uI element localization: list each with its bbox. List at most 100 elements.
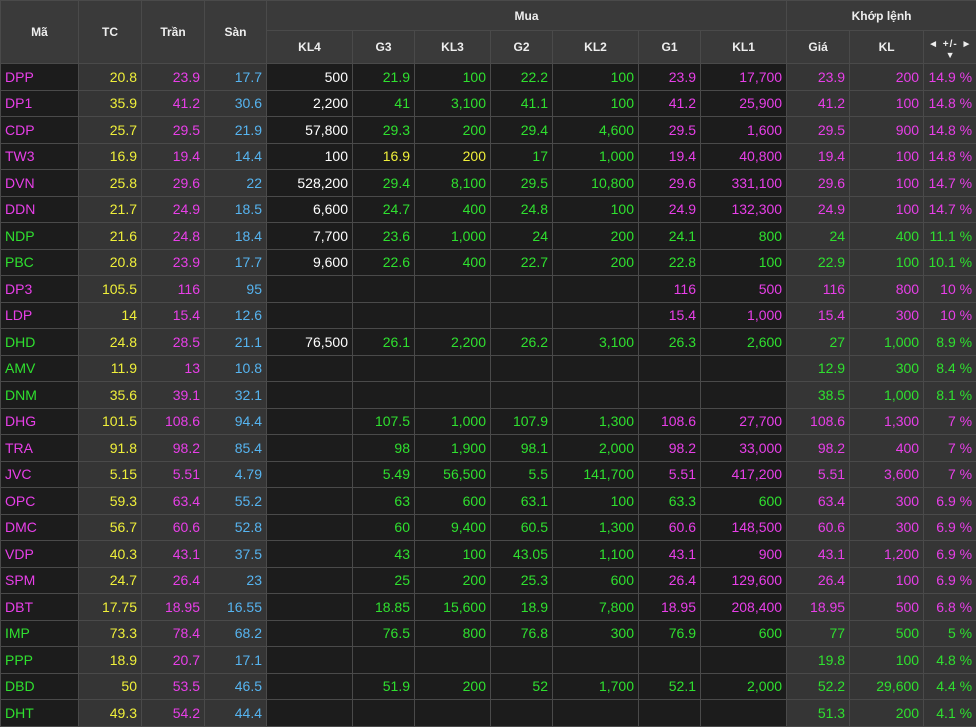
cell-symbol[interactable]: DVN <box>1 170 79 197</box>
cell-match-volume: 1,200 <box>850 541 924 568</box>
cell-match-price: 24 <box>787 223 850 250</box>
table-row[interactable]: CDP25.729.521.957,80029.320029.44,60029.… <box>1 117 976 144</box>
cell-symbol[interactable]: IMP <box>1 620 79 647</box>
cell-reference-price: 73.3 <box>79 620 142 647</box>
cell-g2: 52 <box>491 673 553 700</box>
table-row[interactable]: PBC20.823.917.79,60022.640022.720022.810… <box>1 249 976 276</box>
arrow-left-icon[interactable]: ◄ <box>928 39 939 50</box>
table-row[interactable]: JVC5.155.514.795.4956,5005.5141,7005.514… <box>1 461 976 488</box>
cell-kl1: 331,100 <box>701 170 787 197</box>
header-kl2[interactable]: KL2 <box>553 31 639 64</box>
table-row[interactable]: AMV11.91310.812.93008.4 % <box>1 355 976 382</box>
table-row[interactable]: DBD5053.546.551.9200521,70052.12,00052.2… <box>1 673 976 700</box>
cell-match-price: 63.4 <box>787 488 850 515</box>
cell-kl3: 8,100 <box>415 170 491 197</box>
cell-symbol[interactable]: PBC <box>1 249 79 276</box>
table-row[interactable]: OPC59.363.455.26360063.110063.360063.430… <box>1 488 976 515</box>
cell-g2 <box>491 647 553 674</box>
cell-ceiling-price: 29.6 <box>142 170 205 197</box>
cell-symbol[interactable]: SPM <box>1 567 79 594</box>
cell-g1: 41.2 <box>639 90 701 117</box>
cell-symbol[interactable]: DMC <box>1 514 79 541</box>
cell-symbol[interactable]: DBD <box>1 673 79 700</box>
cell-symbol[interactable]: NDP <box>1 223 79 250</box>
table-row[interactable]: DBT17.7518.9516.5518.8515,60018.97,80018… <box>1 594 976 621</box>
cell-symbol[interactable]: CDP <box>1 117 79 144</box>
cell-g3 <box>353 382 415 409</box>
cell-symbol[interactable]: OPC <box>1 488 79 515</box>
cell-floor-price: 18.5 <box>205 196 267 223</box>
cell-symbol[interactable]: DHG <box>1 408 79 435</box>
cell-g3: 18.85 <box>353 594 415 621</box>
cell-g3: 51.9 <box>353 673 415 700</box>
header-change[interactable]: ◄ +/- ► ▼ <box>924 31 976 64</box>
table-row[interactable]: TW316.919.414.410016.9200171,00019.440,8… <box>1 143 976 170</box>
cell-g1 <box>639 700 701 727</box>
table-row[interactable]: DHD24.828.521.176,50026.12,20026.23,1002… <box>1 329 976 356</box>
table-row[interactable]: DHT49.354.244.451.32004.1 % <box>1 700 976 727</box>
cell-kl1: 2,600 <box>701 329 787 356</box>
cell-symbol[interactable]: DBT <box>1 594 79 621</box>
table-row[interactable]: IMP73.378.468.276.580076.830076.96007750… <box>1 620 976 647</box>
cell-kl4: 76,500 <box>267 329 353 356</box>
cell-floor-price: 17.1 <box>205 647 267 674</box>
header-g3[interactable]: G3 <box>353 31 415 64</box>
cell-symbol[interactable]: TRA <box>1 435 79 462</box>
cell-symbol[interactable]: DP3 <box>1 276 79 303</box>
cell-ceiling-price: 24.9 <box>142 196 205 223</box>
cell-symbol[interactable]: AMV <box>1 355 79 382</box>
cell-symbol[interactable]: DHT <box>1 700 79 727</box>
cell-symbol[interactable]: DNM <box>1 382 79 409</box>
cell-symbol[interactable]: JVC <box>1 461 79 488</box>
header-reference[interactable]: TC <box>79 1 142 64</box>
header-symbol[interactable]: Mã <box>1 1 79 64</box>
table-row[interactable]: DVN25.829.622528,20029.48,10029.510,8002… <box>1 170 976 197</box>
table-row[interactable]: DPP20.823.917.750021.910022.210023.917,7… <box>1 64 976 91</box>
cell-kl2: 1,000 <box>553 143 639 170</box>
table-row[interactable]: DMC56.760.652.8609,40060.51,30060.6148,5… <box>1 514 976 541</box>
header-match-volume[interactable]: KL <box>850 31 924 64</box>
table-row[interactable]: SPM24.726.4232520025.360026.4129,60026.4… <box>1 567 976 594</box>
cell-match-volume: 500 <box>850 594 924 621</box>
cell-kl1: 500 <box>701 276 787 303</box>
sort-down-icon[interactable]: ▼ <box>928 51 972 59</box>
table-row[interactable]: TRA91.898.285.4981,90098.12,00098.233,00… <box>1 435 976 462</box>
cell-symbol[interactable]: PPP <box>1 647 79 674</box>
header-match-price[interactable]: Giá <box>787 31 850 64</box>
cell-ceiling-price: 24.8 <box>142 223 205 250</box>
cell-reference-price: 35.9 <box>79 90 142 117</box>
header-kl4[interactable]: KL4 <box>267 31 353 64</box>
cell-reference-price: 20.8 <box>79 64 142 91</box>
header-kl1[interactable]: KL1 <box>701 31 787 64</box>
cell-kl3: 200 <box>415 673 491 700</box>
cell-symbol[interactable]: VDP <box>1 541 79 568</box>
cell-ceiling-price: 43.1 <box>142 541 205 568</box>
table-row[interactable]: DNM35.639.132.138.51,0008.1 % <box>1 382 976 409</box>
table-row[interactable]: LDP1415.412.615.41,00015.430010 % <box>1 302 976 329</box>
table-row[interactable]: VDP40.343.137.54310043.051,10043.190043.… <box>1 541 976 568</box>
header-kl3[interactable]: KL3 <box>415 31 491 64</box>
table-row[interactable]: DHG101.5108.694.4107.51,000107.91,300108… <box>1 408 976 435</box>
cell-symbol[interactable]: TW3 <box>1 143 79 170</box>
header-g2[interactable]: G2 <box>491 31 553 64</box>
header-ceiling[interactable]: Trần <box>142 1 205 64</box>
cell-symbol[interactable]: DP1 <box>1 90 79 117</box>
cell-kl3 <box>415 355 491 382</box>
cell-symbol[interactable]: LDP <box>1 302 79 329</box>
table-row[interactable]: NDP21.624.818.47,70023.61,0002420024.180… <box>1 223 976 250</box>
cell-match-volume: 100 <box>850 647 924 674</box>
table-row[interactable]: DDN21.724.918.56,60024.740024.810024.913… <box>1 196 976 223</box>
cell-symbol[interactable]: DPP <box>1 64 79 91</box>
table-row[interactable]: PPP18.920.717.119.81004.8 % <box>1 647 976 674</box>
header-floor[interactable]: Sàn <box>205 1 267 64</box>
cell-match-volume: 300 <box>850 302 924 329</box>
table-row[interactable]: DP135.941.230.62,200413,10041.110041.225… <box>1 90 976 117</box>
header-g1[interactable]: G1 <box>639 31 701 64</box>
cell-symbol[interactable]: DDN <box>1 196 79 223</box>
cell-kl2 <box>553 355 639 382</box>
cell-symbol[interactable]: DHD <box>1 329 79 356</box>
cell-g2: 24 <box>491 223 553 250</box>
table-row[interactable]: DP3105.51169511650011680010 % <box>1 276 976 303</box>
arrow-right-icon[interactable]: ► <box>962 39 973 50</box>
cell-match-price: 38.5 <box>787 382 850 409</box>
